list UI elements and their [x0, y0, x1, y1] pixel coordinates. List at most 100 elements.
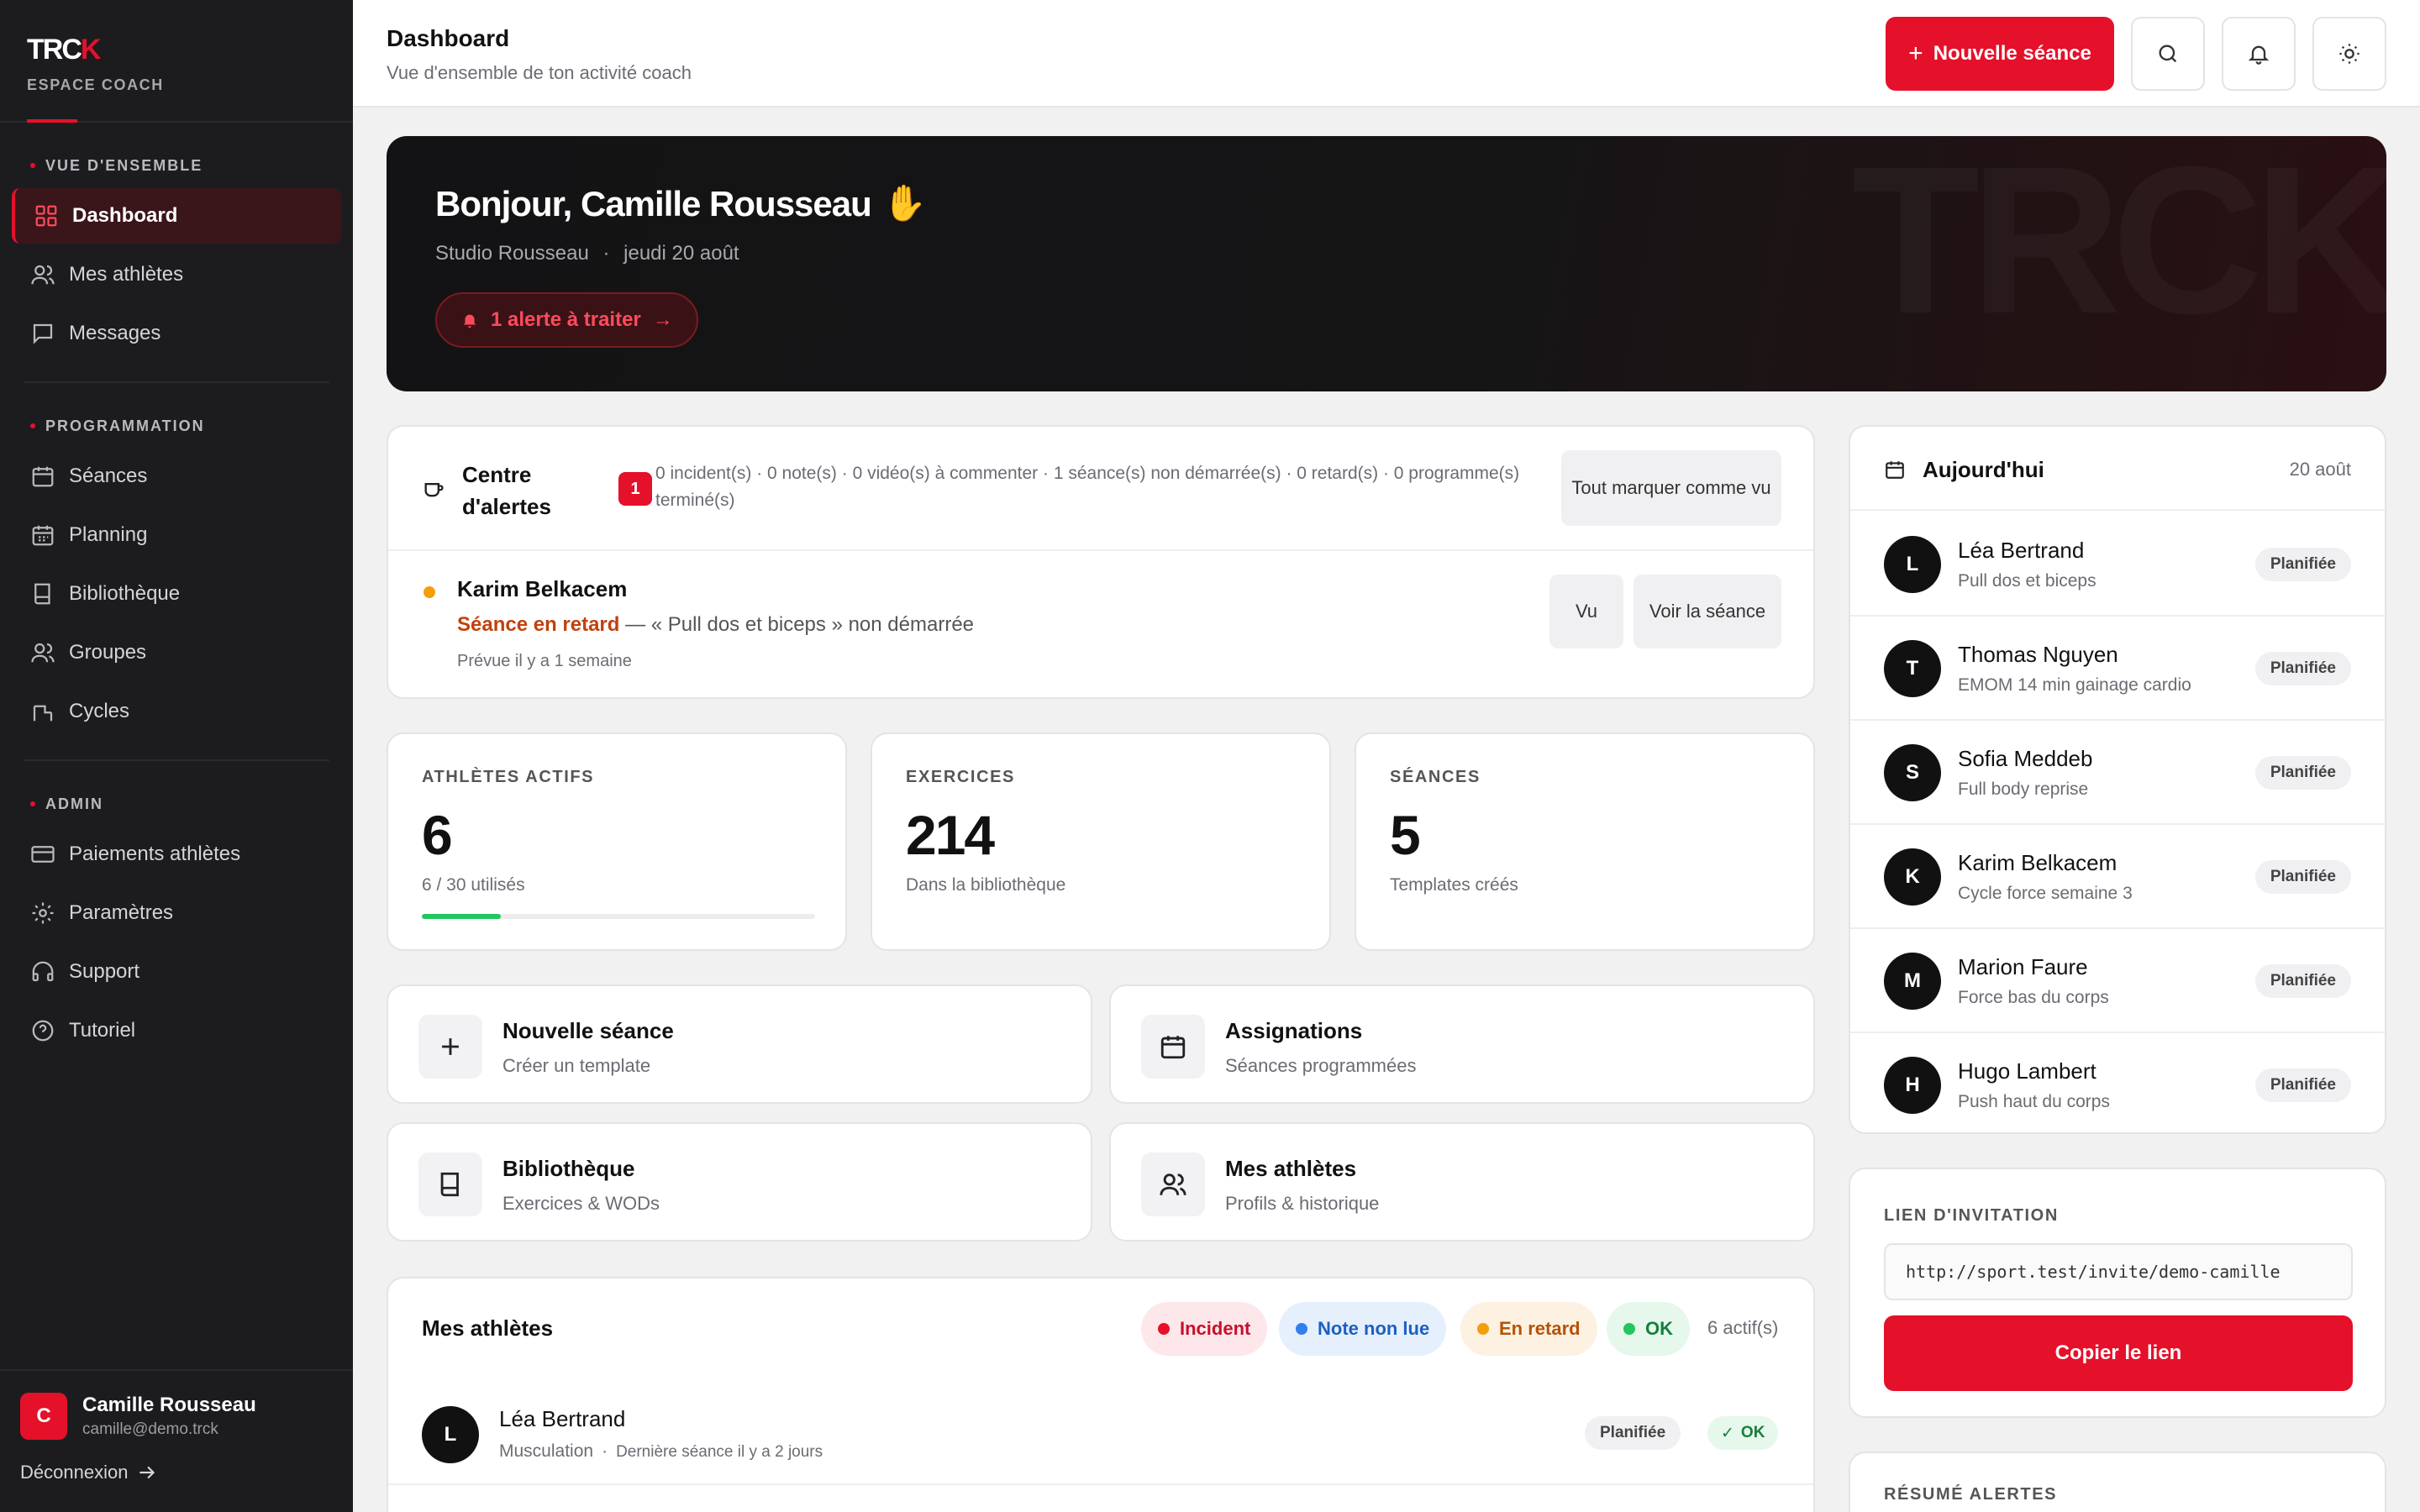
stat-sessions: SÉANCES 5 Templates créés [1355, 732, 1815, 951]
sidebar-item-payments[interactable]: Paiements athlètes [12, 827, 341, 882]
session-name: Full body reprise [1958, 780, 2089, 799]
alert-status: Séance en retard [457, 613, 620, 636]
list-item[interactable]: L Léa Bertrand Pull dos et biceps Planif… [1850, 512, 2385, 617]
avatar: H [1884, 1057, 1941, 1114]
sidebar-item-tutorial[interactable]: Tutoriel [12, 1003, 341, 1058]
dot-icon [1477, 1323, 1489, 1335]
avatar: T [1884, 640, 1941, 697]
list-item[interactable]: M Marion Faure Force bas du corps Planif… [1850, 929, 2385, 1033]
filter-late[interactable]: En retard [1460, 1302, 1597, 1356]
list-item[interactable]: H Hugo Lambert Push haut du corps Planif… [1850, 1033, 2385, 1137]
dot-icon [1158, 1323, 1170, 1335]
shortcut-subtitle: Exercices & WODs [502, 1193, 660, 1214]
sidebar-item-label: Paramètres [69, 901, 174, 924]
view-session-button[interactable]: Voir la séance [1634, 575, 1781, 648]
invite-link-field[interactable]: http://sport.test/invite/demo-camille [1884, 1243, 2353, 1300]
athlete-name: Karim Belkacem [1958, 850, 2118, 875]
athlete-name: Hugo Lambert [1958, 1058, 2096, 1084]
gear-icon [32, 902, 54, 924]
sidebar-item-label: Cycles [69, 700, 130, 722]
logout-link[interactable]: Déconnexion [20, 1462, 333, 1483]
dot-icon [1296, 1323, 1307, 1335]
alerts-to-handle-button[interactable]: 1 alerte à traiter → [435, 292, 698, 348]
brand-logo[interactable]: TRCK [27, 34, 326, 66]
usage-progress-bar [422, 914, 815, 919]
nav-heading: VUE D'ENSEMBLE [0, 155, 353, 176]
filter-unread-note[interactable]: Note non lue [1279, 1302, 1447, 1356]
plus-icon: + [1908, 39, 1923, 67]
shortcut-title: Mes athlètes [1225, 1156, 1357, 1181]
avatar: C [20, 1393, 67, 1440]
mark-all-seen-button[interactable]: Tout marquer comme vu [1561, 450, 1781, 526]
nav-divider [24, 759, 329, 761]
headset-icon [32, 961, 54, 982]
brand-subtitle: ESPACE COACH [27, 76, 164, 93]
search-button[interactable] [2131, 17, 2205, 91]
new-session-button[interactable]: + Nouvelle séance [1886, 17, 2114, 91]
sidebar-item-messages[interactable]: Messages [12, 306, 341, 361]
list-item[interactable]: S Sofia Meddeb Full body reprise Planifi… [1850, 721, 2385, 825]
cycle-icon [33, 705, 53, 722]
alerts-header: Centre d'alertes 1 0 incident(s) · 0 not… [388, 427, 1813, 551]
sidebar-item-dashboard[interactable]: Dashboard [12, 188, 341, 244]
sidebar-item-support[interactable]: Support [12, 944, 341, 1000]
athlete-meta: Musculation · Dernière séance il y a 2 jou… [499, 1441, 823, 1461]
sidebar-item-sessions[interactable]: Séances [12, 449, 341, 504]
avatar: S [1884, 744, 1941, 801]
mark-seen-button[interactable]: Vu [1549, 575, 1623, 648]
theme-toggle-button[interactable] [2312, 17, 2386, 91]
notifications-button[interactable] [2222, 17, 2296, 91]
invite-label: LIEN D'INVITATION [1884, 1206, 2059, 1225]
sun-icon [2339, 44, 2360, 64]
filter-incident[interactable]: Incident [1141, 1302, 1268, 1356]
shortcut-title: Bibliothèque [502, 1156, 635, 1181]
message-icon [33, 323, 53, 344]
shortcut-athletes[interactable]: Mes athlètes Profils & historique [1109, 1122, 1815, 1242]
hero-date: jeudi 20 août [623, 242, 739, 265]
shortcut-library[interactable]: Bibliothèque Exercices & WODs [387, 1122, 1092, 1242]
shortcut-new-session[interactable]: Nouvelle séance Créer un template [387, 984, 1092, 1104]
table-row[interactable]: L Léa Bertrand Musculation · Dernière séan… [388, 1383, 1813, 1485]
bell-icon [2248, 45, 2270, 65]
athlete-name: Léa Bertrand [1958, 538, 2085, 563]
athlete-name: Thomas Nguyen [1958, 642, 2118, 667]
athlete-name: Léa Bertrand [499, 1406, 626, 1431]
sidebar-item-settings[interactable]: Paramètres [12, 885, 341, 941]
today-panel: Aujourd'hui 20 août L Léa Bertrand Pull … [1849, 425, 2386, 1134]
sidebar-item-groups[interactable]: Groupes [12, 625, 341, 680]
alerts-title: Centre d'alertes [462, 462, 551, 519]
nav-divider [24, 381, 329, 383]
list-item[interactable]: T Thomas Nguyen EMOM 14 min gainage card… [1850, 617, 2385, 721]
copy-link-button[interactable]: Copier le lien [1884, 1315, 2353, 1391]
nav-heading: ADMIN [0, 793, 353, 815]
brand: TRCK ESPACE COACH [0, 0, 353, 123]
stat-value: 214 [906, 804, 995, 866]
sidebar-item-planning[interactable]: Planning [12, 507, 341, 563]
sidebar-item-label: Tutoriel [69, 1019, 136, 1042]
stat-value: 5 [1390, 804, 1421, 866]
sidebar-item-label: Groupes [69, 641, 147, 664]
sidebar-item-library[interactable]: Bibliothèque [12, 566, 341, 622]
stat-note: Templates créés [1390, 875, 1518, 895]
welcome-hero: TRCK Bonjour, Camille Rousseau✋ Studio R… [387, 136, 2386, 391]
today-title: Aujourd'hui [1923, 457, 2044, 482]
stat-label: EXERCICES [906, 768, 1015, 786]
user-box: C Camille Rousseau camille@demo.trck Déc… [0, 1369, 353, 1512]
sidebar-item-cycles[interactable]: Cycles [12, 684, 341, 739]
athletes-panel: Mes athlètes Incident Note non lue En re… [387, 1277, 1815, 1512]
shortcut-subtitle: Créer un template [502, 1055, 651, 1076]
page-subtitle: Vue d'ensemble de ton activité coach [387, 62, 692, 83]
sidebar-item-athletes[interactable]: Mes athlètes [12, 247, 341, 302]
logout-label: Déconnexion [20, 1462, 129, 1483]
nav-section-admin: ADMIN Paiements athlètes Paramètres Supp… [0, 793, 353, 1058]
user-profile[interactable]: C Camille Rousseau camille@demo.trck [20, 1393, 333, 1440]
avatar: K [1884, 848, 1941, 906]
status-badge: Planifiée [1585, 1416, 1681, 1450]
shortcut-assignments[interactable]: Assignations Séances programmées [1109, 984, 1815, 1104]
filter-ok[interactable]: OK [1607, 1302, 1690, 1356]
sidebar-item-label: Dashboard [72, 204, 178, 227]
stat-label: ATHLÈTES ACTIFS [422, 768, 595, 786]
list-item[interactable]: K Karim Belkacem Cycle force semaine 3 P… [1850, 825, 2385, 929]
avatar: L [1884, 536, 1941, 593]
athletes-title: Mes athlètes [422, 1315, 554, 1341]
